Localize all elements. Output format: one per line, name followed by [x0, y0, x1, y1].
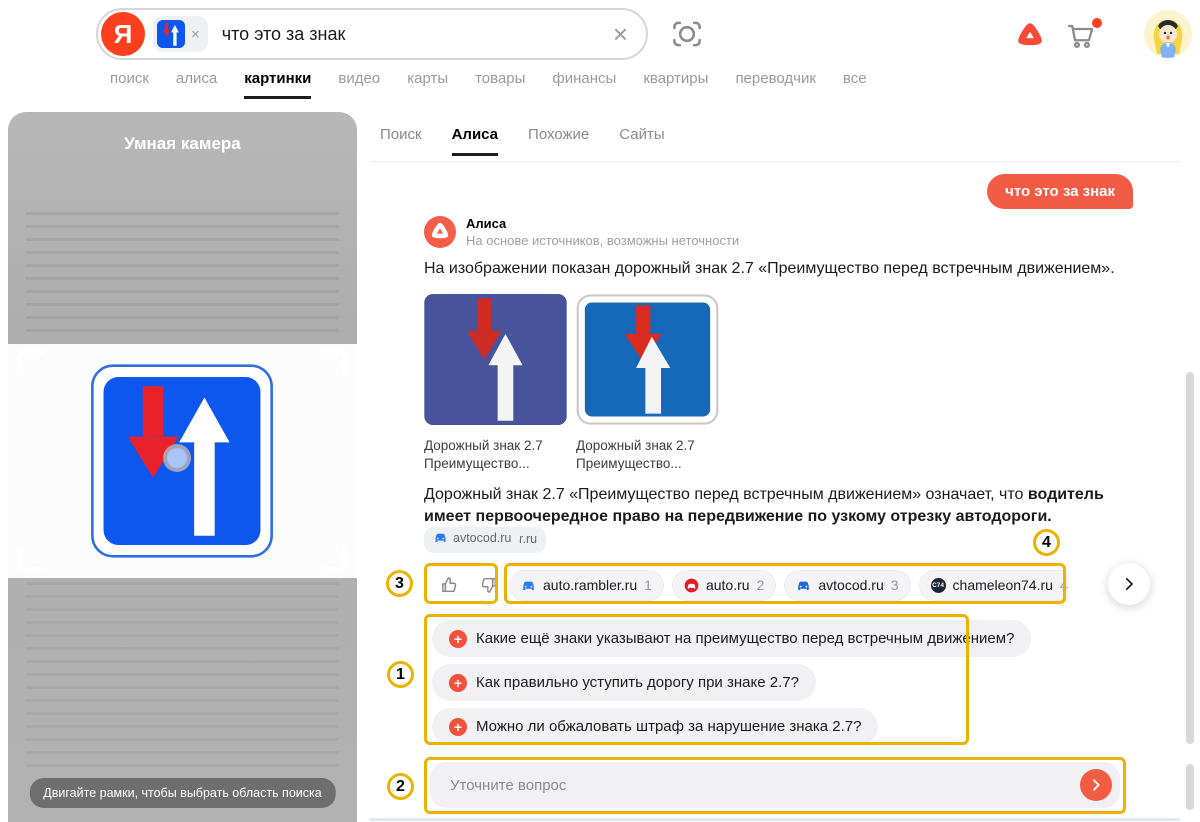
- image-caption[interactable]: Дорожный знак 2.7 Преимущество...: [424, 437, 567, 473]
- remove-image-icon[interactable]: ×: [191, 27, 200, 42]
- smart-camera-title: Умная камера: [8, 134, 357, 154]
- plus-icon: +: [449, 718, 467, 736]
- image-result[interactable]: Дорожный знак 2.7 Преимущество...: [424, 294, 567, 473]
- send-button[interactable]: [1080, 769, 1112, 801]
- plus-icon: +: [449, 674, 467, 692]
- dimmed-image-area: [26, 212, 339, 342]
- dimmed-image-area: [26, 582, 339, 772]
- suggested-questions: + Какие ещё знаки указывают на преимущес…: [432, 620, 1031, 745]
- nav-images[interactable]: картинки: [244, 70, 311, 99]
- assistant-disclaimer: На основе источников, возможны неточност…: [466, 233, 739, 248]
- nav-goods[interactable]: товары: [475, 70, 525, 99]
- plus-icon: +: [449, 630, 467, 648]
- road-sign-mini: [157, 20, 185, 48]
- yandex-logo[interactable]: Я: [101, 12, 145, 56]
- alisa-icon[interactable]: [1014, 20, 1046, 52]
- divider: [370, 161, 1180, 162]
- thumbs-down-button[interactable]: [472, 568, 506, 602]
- chameleon-favicon: C74: [931, 578, 946, 593]
- query-image-thumbnail: [157, 20, 185, 48]
- source-chip[interactable]: C74 chameleon74.ru4: [919, 570, 1069, 601]
- tab-search[interactable]: Поиск: [380, 126, 422, 156]
- source-chip[interactable]: auto.rambler.ru1: [509, 570, 664, 601]
- auto-ru-favicon: [684, 578, 699, 593]
- sources-scroll-next-button[interactable]: [1108, 563, 1150, 605]
- clear-search-icon[interactable]: ×: [613, 19, 628, 50]
- tab-similar[interactable]: Похожие: [528, 126, 589, 156]
- tab-sites[interactable]: Сайты: [619, 126, 664, 156]
- assistant-header: Алиса На основе источников, возможны нет…: [424, 216, 739, 248]
- nav-finance[interactable]: финансы: [552, 70, 616, 99]
- selection-drag-handle[interactable]: [163, 444, 191, 472]
- selection-corner-handle[interactable]: [17, 546, 44, 573]
- car-favicon: [521, 578, 536, 593]
- image-query-chip[interactable]: ×: [153, 16, 208, 52]
- suggestion-button[interactable]: + Можно ли обжаловать штраф за нарушение…: [432, 708, 878, 745]
- cart-notification-dot: [1092, 18, 1102, 28]
- scrollbar-thumb[interactable]: [1186, 372, 1194, 744]
- results-card: Поиск Алиса Похожие Сайты что это за зна…: [370, 112, 1180, 819]
- car-favicon: [796, 578, 811, 593]
- inline-source-row: avtocod.ru: [424, 528, 520, 547]
- road-sign-thumbnail-1: [424, 294, 567, 425]
- selection-corner-handle[interactable]: [321, 348, 348, 375]
- results-tabs: Поиск Алиса Похожие Сайты: [380, 126, 665, 156]
- user-avatar[interactable]: [1144, 10, 1192, 58]
- inline-source-chip[interactable]: avtocod.ru: [424, 528, 520, 547]
- followup-input-container: [430, 762, 1120, 808]
- scrollbar-thumb[interactable]: [1186, 764, 1194, 810]
- tab-alisa[interactable]: Алиса: [452, 126, 498, 156]
- nav-maps[interactable]: карты: [407, 70, 448, 99]
- answer-images: Дорожный знак 2.7 Преимущество... Дорожн…: [424, 294, 719, 473]
- service-nav: поиск алиса картинки видео карты товары …: [110, 70, 867, 99]
- followup-input[interactable]: [450, 777, 1080, 794]
- divider: [370, 818, 1180, 821]
- road-sign-thumbnail-2: [576, 294, 719, 425]
- nav-alisa[interactable]: алиса: [176, 70, 217, 99]
- search-query-text[interactable]: что это за знак: [222, 24, 613, 45]
- chevron-right-icon: [1088, 777, 1104, 793]
- nav-flats[interactable]: квартиры: [643, 70, 708, 99]
- source-chip[interactable]: auto.ru2: [672, 570, 776, 601]
- source-chip[interactable]: avtocod.ru3: [784, 570, 910, 601]
- crop-hint: Двигайте рамки, чтобы выбрать область по…: [29, 778, 335, 808]
- selection-corner-handle[interactable]: [321, 546, 348, 573]
- nav-search[interactable]: поиск: [110, 70, 149, 99]
- thumbs-up-button[interactable]: [432, 568, 466, 602]
- selection-corner-handle[interactable]: [17, 348, 44, 375]
- assistant-name: Алиса: [466, 216, 739, 231]
- image-caption[interactable]: Дорожный знак 2.7 Преимущество...: [576, 437, 719, 473]
- source-chips-row: auto.rambler.ru1 auto.ru2 avtocod.ru3 C7…: [509, 566, 1069, 604]
- crop-selection-area[interactable]: [8, 344, 357, 578]
- answer-detail: Дорожный знак 2.7 «Преимущество перед вс…: [424, 484, 1146, 553]
- smart-camera-panel: Умная камера Двигайте рамки, чтобы выбра…: [8, 112, 357, 822]
- search-bar[interactable]: Я × что это за знак ×: [96, 8, 648, 60]
- nav-video[interactable]: видео: [338, 70, 380, 99]
- answer-intro: На изображении показан дорожный знак 2.7…: [424, 260, 1154, 278]
- feedback-buttons: [432, 568, 506, 602]
- smart-camera-icon[interactable]: [668, 15, 706, 53]
- yandex-images-page: Я × что это за знак ×: [0, 0, 1200, 822]
- suggestion-button[interactable]: + Какие ещё знаки указывают на преимущес…: [432, 620, 1031, 657]
- image-result[interactable]: Дорожный знак 2.7 Преимущество...: [576, 294, 719, 473]
- chevron-right-icon: [1120, 575, 1138, 593]
- user-message-bubble: что это за знак: [987, 174, 1133, 209]
- nav-translate[interactable]: переводчик: [735, 70, 815, 99]
- alisa-avatar: [424, 216, 456, 248]
- nav-all[interactable]: все: [843, 70, 867, 99]
- suggestion-button[interactable]: + Как правильно уступить дорогу при знак…: [432, 664, 816, 701]
- car-favicon: [433, 530, 448, 545]
